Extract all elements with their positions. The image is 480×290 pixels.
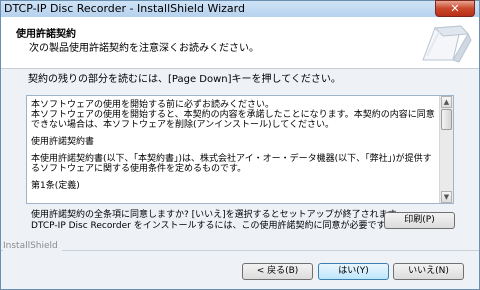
page-title: 使用許諾契約 [16,29,76,40]
license-text: 本ソフトウェアの使用を開始する前に必ずお読みください。 本ソフトウェアの使用を開… [31,100,439,198]
accept-question: 使用許諾契約の全条項に同意しますか? [いいえ]を選択するとセットアップが終了さ… [31,210,405,231]
no-button[interactable]: いいえ(N) [393,263,464,280]
back-button[interactable]: < 戻る(B) [242,263,313,280]
print-button[interactable]: 印刷(P) [384,212,455,229]
license-paragraph: 第1条(定義) [31,181,80,191]
license-paragraph: 使用許諾契約書 [31,137,95,147]
page-down-instruction: 契約の残りの部分を読むには、[Page Down]キーを押してください。 [28,74,341,85]
installshield-brand: InstallShield [3,241,62,251]
yes-button[interactable]: はい(Y) [318,263,389,280]
footer-divider [1,250,479,251]
license-text-box[interactable]: 本ソフトウェアの使用を開始する前に必ずお読みください。 本ソフトウェアの使用を開… [26,95,454,204]
title-bar[interactable]: DTCP-IP Disc Recorder - InstallShield Wi… [1,0,479,17]
license-paragraph: 本ソフトウェアの使用を開始する前に必ずお読みください。 本ソフトウェアの使用を開… [31,100,435,130]
page-subtitle: 次の製品使用許諾契約を注意深くお読みください。 [29,43,259,54]
scroll-down-arrow-icon[interactable]: ▼ [441,191,452,203]
scroll-up-arrow-icon[interactable]: ▲ [441,96,452,108]
window-title: DTCP-IP Disc Recorder - InstallShield Wi… [4,2,245,15]
license-paragraph: 本使用許諾契約書(以下、「本契約書」)は、株式会社アイ・オー・データ機器(以下、… [31,154,432,174]
wizard-header: 使用許諾契約 次の製品使用許諾契約を注意深くお読みください。 [1,17,479,69]
installer-window: DTCP-IP Disc Recorder - InstallShield Wi… [0,0,480,290]
license-scrollbar[interactable]: ▲ ▼ [439,96,453,203]
close-button[interactable]: ✕ [435,0,475,17]
installshield-graphic-icon [422,25,472,63]
scroll-thumb[interactable] [441,109,452,130]
